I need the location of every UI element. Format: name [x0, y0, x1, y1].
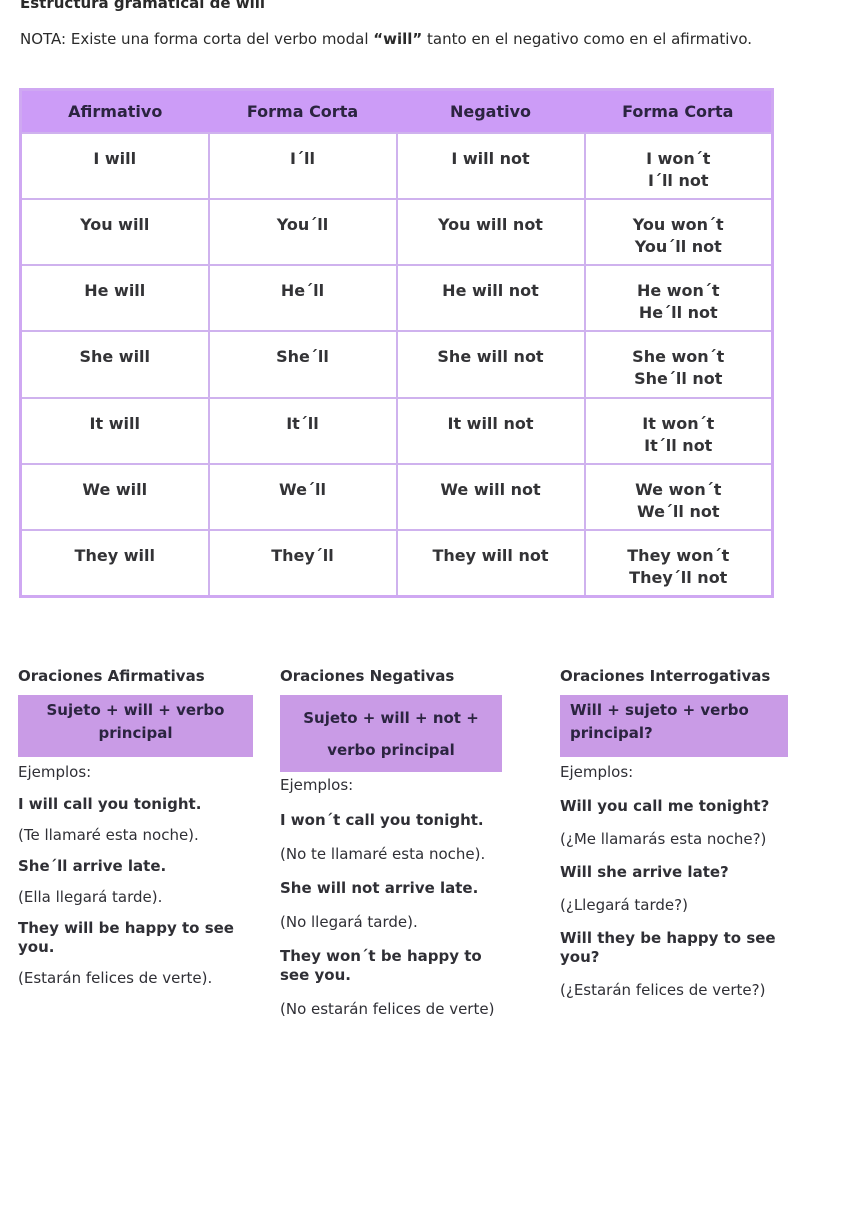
- affirmative-examples-list: I will call you tonight. (Te llamaré esta…: [18, 795, 258, 988]
- cell-short-negative: They won´t They´ll not: [583, 529, 774, 598]
- note-prefix: NOTA: Existe una forma corta del verbo m…: [20, 30, 374, 48]
- short-negative-form: It´ll not: [644, 435, 713, 455]
- example-sentence-english: She will not arrive late.: [280, 879, 479, 897]
- cell-short-affirmative: It´ll: [207, 396, 398, 465]
- will-conjugation-table: Afirmativo Forma Corta Negativo Forma Co…: [19, 88, 774, 598]
- cell-affirmative: They will: [19, 529, 210, 598]
- cell-negative: We will not: [395, 462, 586, 532]
- table-row: They will They´ll They will not They won´t T…: [19, 529, 774, 598]
- cell-affirmative: He will: [19, 264, 210, 333]
- cell-negative: I will not: [395, 131, 586, 200]
- cell-short-affirmative: I´ll: [207, 131, 398, 200]
- header-affirmative: Afirmativo: [20, 89, 209, 133]
- example-translation-spanish: (¿Estarán felices de verte?): [560, 981, 766, 999]
- interrogative-section: Oraciones Interrogativas Will + sujeto +…: [560, 665, 795, 1000]
- note-bold-will: “will”: [373, 30, 423, 48]
- example-sentence-english: Will they be happy to see you?: [560, 929, 776, 966]
- example-sentence-english: Will you call me tonight?: [560, 797, 770, 815]
- example-sentence-english: I will call you tonight.: [18, 795, 202, 813]
- affirmative-examples-label: Ejemplos:: [18, 763, 92, 781]
- short-negative-form: They´ll not: [629, 568, 728, 588]
- cell-negative: It will not: [395, 396, 586, 465]
- table-header-row: Afirmativo Forma Corta Negativo Forma Co…: [20, 89, 773, 133]
- affirmative-section: Oraciones Afirmativas Sujeto + will + ve…: [18, 665, 258, 988]
- cell-affirmative: You will: [19, 197, 210, 267]
- cell-short-negative: I won´t I´ll not: [583, 131, 774, 200]
- example-translation-spanish: (No estarán felices de verte): [280, 1000, 495, 1018]
- table-row: I will I´ll I will not I won´t I´ll not: [19, 131, 774, 200]
- negative-formula-box: Sujeto + will + not + verbo principal: [280, 695, 502, 772]
- interrogative-section-title: Oraciones Interrogativas: [560, 667, 771, 685]
- example-sentence-english: They won´t be happy to see you.: [280, 947, 482, 984]
- cell-short-affirmative: She´ll: [207, 330, 398, 399]
- cell-short-affirmative: We´ll: [207, 462, 398, 532]
- negative-section: Oraciones Negativas Sujeto + will + not …: [280, 665, 510, 1019]
- short-negative-form: He´ll not: [638, 303, 718, 323]
- example-translation-spanish: (¿Me llamarás esta noche?): [560, 830, 767, 848]
- cell-short-negative: He won´t He´ll not: [583, 264, 774, 333]
- cell-negative: You will not: [395, 197, 586, 267]
- header-short-form-negative: Forma Corta: [584, 89, 773, 133]
- example-sentence-english: She´ll arrive late.: [18, 857, 167, 875]
- short-negative-form: We won´t: [635, 479, 722, 499]
- short-negative-form: You´ll not: [634, 236, 722, 256]
- cell-short-negative: You won´t You´ll not: [583, 197, 774, 267]
- short-negative-form: He won´t: [636, 281, 720, 301]
- cell-short-affirmative: He´ll: [207, 264, 398, 333]
- short-negative-form: She´ll not: [634, 369, 723, 389]
- short-negative-form: It won´t: [642, 413, 715, 433]
- table-row: It will It´ll It will not It won´t It´ll not: [19, 396, 774, 465]
- note-suffix: tanto en el negativo como en el afirmati…: [422, 30, 753, 48]
- header-negative: Negativo: [396, 89, 585, 133]
- example-translation-spanish: (No llegará tarde).: [280, 913, 418, 931]
- table-row: He will He´ll He will not He won´t He´ll not: [19, 264, 774, 333]
- example-sentence-english: I won´t call you tonight.: [280, 811, 484, 829]
- cell-negative: He will not: [395, 264, 586, 333]
- negative-examples-label: Ejemplos:: [280, 776, 354, 794]
- affirmative-formula-box: Sujeto + will + verbo principal: [18, 695, 253, 757]
- example-translation-spanish: (No te llamaré esta noche).: [280, 845, 486, 863]
- cell-affirmative: It will: [19, 396, 210, 465]
- cell-short-affirmative: You´ll: [207, 197, 398, 267]
- short-negative-form: You won´t: [632, 214, 724, 234]
- example-translation-spanish: (Te llamaré esta noche).: [18, 826, 199, 844]
- cell-short-negative: We won´t We´ll not: [583, 462, 774, 532]
- short-negative-form: She won´t: [632, 347, 725, 367]
- cell-short-affirmative: They´ll: [207, 529, 398, 598]
- cell-affirmative: We will: [19, 462, 210, 532]
- affirmative-section-title: Oraciones Afirmativas: [18, 667, 205, 685]
- short-negative-form: They won´t: [627, 546, 730, 566]
- short-negative-form: We´ll not: [637, 501, 720, 521]
- table-body: I will I´ll I will not I won´t I´ll not You w…: [19, 131, 774, 598]
- table-row: We will We´ll We will not We won´t We´ll not: [19, 462, 774, 532]
- short-negative-form: I´ll not: [647, 170, 709, 190]
- interrogative-formula-box: Will + sujeto + verbo principal?: [560, 695, 788, 757]
- interrogative-examples-label: Ejemplos:: [560, 763, 634, 781]
- header-short-form-affirmative: Forma Corta: [208, 89, 397, 133]
- table-row: You will You´ll You will not You won´t You´l…: [19, 197, 774, 267]
- negative-examples-list: I won´t call you tonight. (No te llamaré …: [280, 811, 510, 1019]
- cell-short-negative: It won´t It´ll not: [583, 396, 774, 465]
- cell-negative: She will not: [395, 330, 586, 399]
- cell-negative: They will not: [395, 529, 586, 598]
- negative-section-title: Oraciones Negativas: [280, 667, 455, 685]
- example-sentence-english: They will be happy to see you.: [18, 919, 234, 956]
- interrogative-examples-list: Will you call me tonight? (¿Me llamarás e…: [560, 797, 795, 1000]
- document-title: Estructura gramatical de will: [20, 0, 266, 12]
- short-negative-form: I won´t: [646, 148, 711, 168]
- example-translation-spanish: (¿Llegará tarde?): [560, 896, 688, 914]
- cell-affirmative: I will: [19, 131, 210, 200]
- example-translation-spanish: (Ella llegará tarde).: [18, 888, 163, 906]
- example-translation-spanish: (Estarán felices de verte).: [18, 969, 213, 987]
- table-row: She will She´ll She will not She won´t She´l…: [19, 330, 774, 399]
- cell-short-negative: She won´t She´ll not: [583, 330, 774, 399]
- cell-affirmative: She will: [19, 330, 210, 399]
- example-sentence-english: Will she arrive late?: [560, 863, 729, 881]
- note-paragraph: NOTA: Existe una forma corta del verbo m…: [20, 30, 780, 49]
